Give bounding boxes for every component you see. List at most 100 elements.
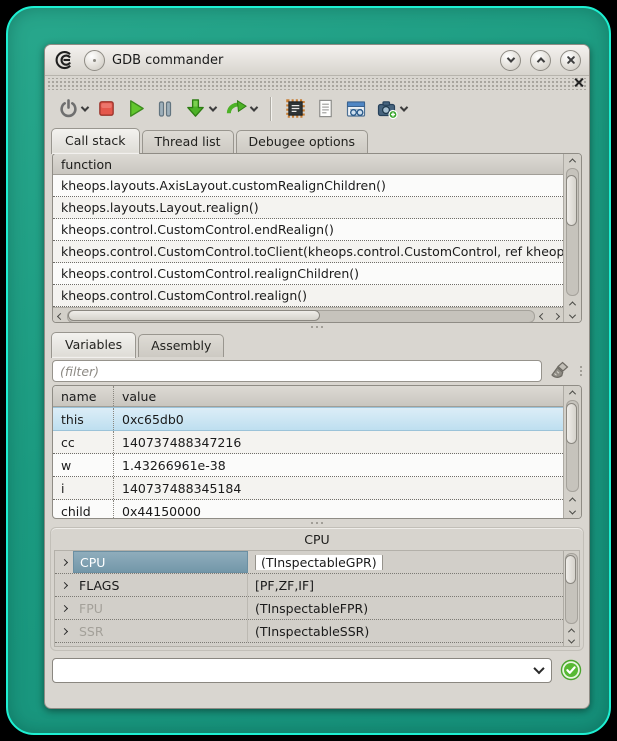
gdb-command-combobox[interactable] bbox=[52, 658, 552, 683]
cpu-register-row[interactable]: SSR (TInspectableSSR) bbox=[55, 620, 563, 643]
vscroll-thumb[interactable] bbox=[565, 555, 576, 584]
variable-name: i bbox=[53, 477, 114, 499]
pause-button[interactable] bbox=[154, 98, 176, 120]
snapshot-button[interactable] bbox=[375, 97, 408, 121]
variable-value: 140737488347216 bbox=[114, 435, 563, 450]
register-group-name: SSR bbox=[73, 620, 248, 642]
tab-call-stack[interactable]: Call stack bbox=[51, 128, 140, 154]
register-group-name: CPU bbox=[73, 551, 248, 573]
variable-row[interactable]: cc 140737488347216 bbox=[53, 431, 563, 454]
combobox-dropdown-button[interactable] bbox=[527, 666, 551, 674]
close-button[interactable] bbox=[560, 50, 581, 71]
stop-icon bbox=[97, 99, 116, 118]
variable-row[interactable]: this 0xc65db0 bbox=[53, 407, 563, 431]
chevron-down-icon bbox=[81, 103, 89, 111]
tab-variables[interactable]: Variables bbox=[51, 332, 136, 358]
cpu-register-row[interactable]: CPU (TInspectableGPR) bbox=[55, 551, 563, 574]
scroll-right-arrow[interactable] bbox=[549, 308, 563, 322]
run-button[interactable] bbox=[124, 97, 147, 120]
variable-row[interactable]: i 140737488345184 bbox=[53, 477, 563, 500]
scroll-up-arrow[interactable] bbox=[564, 625, 579, 636]
variable-value: 140737488345184 bbox=[114, 481, 563, 496]
variable-name: this bbox=[53, 408, 114, 430]
variables-vscrollbar[interactable] bbox=[563, 386, 581, 518]
teal-outer-frame: GDB commander bbox=[6, 6, 611, 735]
unshade-button[interactable] bbox=[530, 50, 551, 71]
scroll-left-arrow[interactable] bbox=[535, 308, 549, 322]
hscroll-thumb[interactable] bbox=[68, 310, 320, 321]
callstack-row[interactable]: kheops.control.CustomControl.realign() bbox=[53, 285, 563, 307]
watches-button[interactable] bbox=[344, 97, 368, 121]
expand-arrow-icon[interactable] bbox=[55, 583, 73, 588]
callstack-row[interactable]: kheops.layouts.AxisLayout.customRealignC… bbox=[53, 175, 563, 197]
clear-filter-button[interactable] bbox=[548, 360, 572, 382]
power-button[interactable] bbox=[57, 97, 89, 120]
variable-name: cc bbox=[53, 431, 114, 453]
callstack-row[interactable]: kheops.control.CustomControl.endRealign(… bbox=[53, 219, 563, 241]
chevron-down-icon bbox=[209, 103, 217, 111]
watches-window-icon bbox=[345, 98, 367, 120]
splitter-handle[interactable] bbox=[45, 323, 589, 331]
expand-arrow-icon[interactable] bbox=[55, 629, 73, 634]
callstack-vscrollbar[interactable] bbox=[563, 154, 581, 322]
vscroll-thumb[interactable] bbox=[566, 403, 577, 444]
variables-tabbar: Variables Assembly bbox=[45, 331, 589, 357]
disassembly-button[interactable] bbox=[284, 97, 307, 120]
ok-check-icon bbox=[560, 659, 582, 681]
titlebar: GDB commander bbox=[45, 45, 589, 76]
tab-assembly[interactable]: Assembly bbox=[138, 334, 224, 357]
dock-close-icon[interactable] bbox=[574, 77, 583, 86]
stack-tabbar: Call stack Thread list Debugee options bbox=[45, 127, 589, 153]
variable-row[interactable]: w 1.43266961e-38 bbox=[53, 454, 563, 477]
vscroll-thumb[interactable] bbox=[566, 175, 577, 225]
send-command-button[interactable] bbox=[560, 659, 582, 681]
stop-button[interactable] bbox=[96, 98, 117, 119]
scroll-left-arrow[interactable] bbox=[53, 308, 67, 322]
callstack-row[interactable]: kheops.layouts.Layout.realign() bbox=[53, 197, 563, 219]
gdb-command-input[interactable] bbox=[53, 663, 527, 678]
filter-input[interactable] bbox=[52, 360, 542, 382]
cpu-vscrollbar[interactable] bbox=[563, 551, 579, 646]
callstack-hscrollbar[interactable] bbox=[53, 307, 563, 322]
shade-button[interactable] bbox=[500, 50, 521, 71]
toolbar-separator bbox=[270, 97, 272, 121]
cpu-group-title: CPU bbox=[51, 528, 583, 550]
variable-row[interactable]: child 0x44150000 bbox=[53, 500, 563, 518]
cpu-register-row[interactable]: FPU (TInspectableFPR) bbox=[55, 597, 563, 620]
scroll-down-arrow[interactable] bbox=[564, 636, 579, 646]
scroll-up-arrow[interactable] bbox=[564, 297, 581, 310]
pause-icon bbox=[155, 99, 175, 119]
expand-arrow-icon[interactable] bbox=[55, 606, 73, 611]
cpu-register-row[interactable]: FLAGS [PF,ZF,IF] bbox=[55, 574, 563, 597]
chevron-down-icon bbox=[400, 103, 408, 111]
log-document-icon bbox=[315, 98, 336, 119]
tab-debugee-options[interactable]: Debugee options bbox=[236, 130, 369, 153]
tab-thread-list[interactable]: Thread list bbox=[142, 130, 234, 153]
register-value-field[interactable]: (TInspectableGPR) bbox=[255, 555, 383, 570]
scroll-up-arrow[interactable] bbox=[564, 154, 581, 167]
gdb-commander-window: GDB commander bbox=[44, 44, 590, 709]
power-icon bbox=[58, 98, 79, 119]
callstack-row[interactable]: kheops.control.CustomControl.realignChil… bbox=[53, 263, 563, 285]
scroll-down-arrow[interactable] bbox=[564, 506, 581, 518]
window-menu-button[interactable] bbox=[84, 50, 105, 71]
scroll-up-arrow[interactable] bbox=[564, 386, 581, 399]
scroll-down-arrow[interactable] bbox=[564, 310, 581, 322]
value-column-header[interactable]: value bbox=[114, 389, 563, 404]
register-group-name: FPU bbox=[73, 597, 248, 619]
step-over-button[interactable] bbox=[224, 96, 258, 121]
scroll-up-arrow[interactable] bbox=[564, 493, 581, 506]
expand-arrow-icon[interactable] bbox=[55, 560, 73, 565]
splitter-handle[interactable] bbox=[45, 519, 589, 527]
log-button[interactable] bbox=[314, 97, 337, 120]
callstack-column-header[interactable]: function bbox=[53, 154, 563, 175]
cpu-groupbox: CPU CPU (TInspectableGPR) FLAGS [PF,ZF,I… bbox=[50, 527, 584, 651]
callstack-row[interactable]: kheops.control.CustomControl.toClient(kh… bbox=[53, 241, 563, 263]
variable-value: 0xc65db0 bbox=[114, 412, 563, 427]
close-icon bbox=[566, 55, 576, 65]
call-stack-panel: function kheops.layouts.AxisLayout.custo… bbox=[52, 153, 582, 323]
step-into-button[interactable] bbox=[183, 96, 217, 121]
dock-drag-handle[interactable] bbox=[47, 78, 587, 90]
panel-grip-dots bbox=[580, 366, 582, 376]
name-column-header[interactable]: name bbox=[53, 386, 114, 406]
